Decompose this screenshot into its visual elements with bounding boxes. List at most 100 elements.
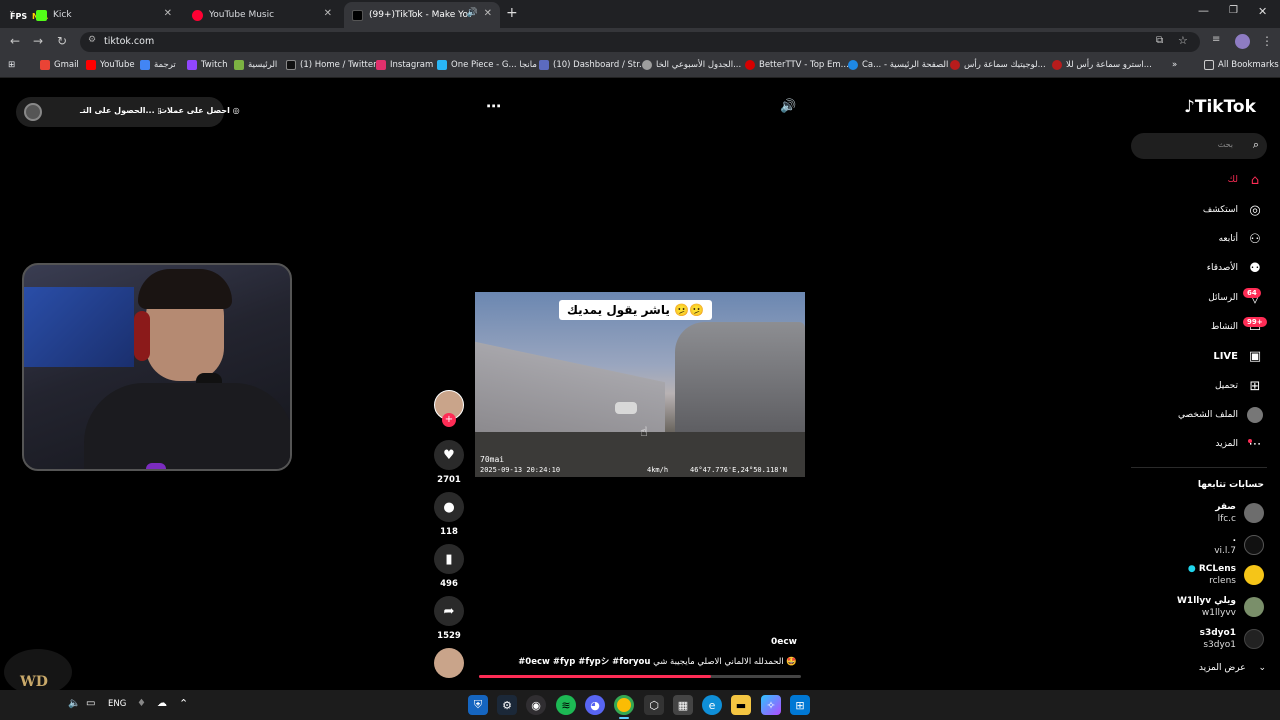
nav-friends[interactable]: الأصدقاء ⚉: [1207, 259, 1264, 277]
defender-icon[interactable]: ⛨: [468, 695, 488, 715]
nav-following[interactable]: أتابعه ⚇: [1219, 230, 1264, 248]
spotify-icon[interactable]: ≋: [556, 695, 576, 715]
bookmark-logitech[interactable]: لوجيتيك سماعة رأس...: [950, 60, 1046, 70]
speaker-icon[interactable]: 🔈: [68, 698, 80, 709]
nav-live[interactable]: LIVE ▣: [1213, 347, 1264, 365]
speaker-icon[interactable]: 🔊: [467, 8, 478, 18]
app-icon[interactable]: ⬡: [644, 695, 664, 715]
tiktok-logo[interactable]: ♪TikTok: [1184, 97, 1256, 117]
tab-tiktok[interactable]: (99+)TikTok - Make Your D 🔊 ✕: [344, 2, 500, 28]
sidebar-divider: [1131, 467, 1267, 468]
bookmark-twitch[interactable]: Twitch: [187, 60, 228, 70]
search-input[interactable]: بحث: [1218, 140, 1233, 149]
minimize-button[interactable]: —: [1198, 4, 1209, 17]
close-window-button[interactable]: ✕: [1258, 5, 1267, 18]
more-bookmarks-icon[interactable]: »: [1172, 60, 1177, 70]
following-account[interactable]: . vi.l.7: [1104, 531, 1264, 561]
more-options-icon[interactable]: ⋯: [486, 97, 501, 115]
edge-icon[interactable]: e: [702, 695, 722, 715]
comment-button[interactable]: ● 118: [433, 492, 465, 537]
nav-explore[interactable]: استكشف ◎: [1203, 201, 1264, 219]
bookmark-one-piece[interactable]: One Piece - G... مانجا: [437, 60, 537, 70]
close-icon[interactable]: ✕: [484, 8, 492, 19]
store-icon[interactable]: ▦: [673, 695, 693, 715]
nav-upload[interactable]: تحميل ⊞: [1215, 377, 1264, 395]
bookmark-home[interactable]: الرئيسية: [234, 60, 277, 70]
following-account[interactable]: s3dyo1 s3dyo1: [1104, 625, 1264, 655]
bookmark-label: BetterTTV - Top Em...: [759, 60, 849, 70]
following-account[interactable]: صقر lfc.c: [1104, 499, 1264, 529]
nav-for-you[interactable]: لك ⌂: [1228, 171, 1264, 189]
get-coins-button[interactable]: احصل على عملات ◎: [159, 106, 240, 115]
tab-kick[interactable]: Kick ✕: [28, 2, 180, 28]
save-button[interactable]: ▮ 496: [433, 544, 465, 589]
bookmark-label: YouTube: [100, 60, 135, 70]
bookmark-translate[interactable]: ترجمة: [140, 60, 176, 70]
share-button[interactable]: ➦ 1529: [433, 596, 465, 641]
chrome-icon[interactable]: [614, 695, 634, 715]
close-icon[interactable]: ✕: [164, 8, 172, 19]
video-author[interactable]: 0ecw: [771, 637, 797, 647]
bookmark-dashboard[interactable]: (10) Dashboard / Str...: [539, 60, 647, 70]
apps-icon[interactable]: ⊞: [8, 60, 15, 70]
all-bookmarks[interactable]: All Bookmarks: [1204, 60, 1279, 70]
bookmark-betterttv[interactable]: BetterTTV - Top Em...: [745, 60, 849, 70]
author-avatar[interactable]: +: [433, 390, 465, 427]
get-app-button[interactable]: الحصول على التـ... ▯: [80, 106, 162, 115]
webcam-light: [146, 463, 166, 469]
get-coins-label: احصل على عملات: [159, 106, 230, 115]
tray-chevron-icon[interactable]: ⌃: [179, 697, 188, 710]
account-handle: w1llyvv: [1201, 608, 1236, 618]
search-icon[interactable]: ⌕: [1253, 138, 1259, 152]
network-icon[interactable]: ▭: [86, 698, 95, 709]
volume-icon[interactable]: 🔊: [780, 99, 796, 114]
copilot-icon[interactable]: ✧: [761, 695, 781, 715]
file-explorer-icon[interactable]: ▬: [731, 695, 751, 715]
profile-avatar[interactable]: [1235, 34, 1250, 49]
language-indicator[interactable]: ENG: [108, 699, 126, 709]
nav-profile[interactable]: الملف الشخصي: [1178, 406, 1264, 424]
discord-icon[interactable]: ◕: [585, 695, 605, 715]
star-icon[interactable]: ☆: [1178, 34, 1188, 47]
obs-icon[interactable]: ◉: [526, 695, 546, 715]
mouse-cursor-icon: ☝: [640, 425, 648, 440]
tab-youtube-music[interactable]: YouTube Music ✕: [184, 2, 340, 28]
maximize-button[interactable]: ❐: [1229, 5, 1238, 16]
video-player[interactable]: ياشر يقول يمديك 🫤🫤 70mai 2025-09-13 20:2…: [475, 292, 805, 477]
bookmark-gmail[interactable]: Gmail: [40, 60, 79, 70]
show-more-link[interactable]: عرض المزيد ⌄: [1199, 663, 1266, 673]
bookmark-twitter[interactable]: (1) Home / Twitter: [286, 60, 377, 70]
tab-search-icon[interactable]: ≡: [1212, 34, 1220, 45]
install-app-icon[interactable]: ⧉: [1156, 35, 1163, 46]
start-icon[interactable]: ⊞: [790, 695, 810, 715]
following-account[interactable]: ● RCLens rclens: [1104, 561, 1264, 591]
bookmark-label: استرو سماعة رأس للا...: [1066, 60, 1152, 70]
back-icon[interactable]: ←: [10, 34, 20, 48]
steam-icon[interactable]: ⚙: [497, 695, 517, 715]
like-button[interactable]: ♥ 2701: [433, 440, 465, 485]
bookmark-instagram[interactable]: Instagram: [376, 60, 433, 70]
avatar[interactable]: [24, 103, 42, 121]
video-hashtags[interactable]: #0ecw #fyp #fypシ #foryou: [518, 657, 650, 667]
forward-icon[interactable]: →: [33, 34, 43, 48]
close-icon[interactable]: ✕: [324, 8, 332, 19]
reload-icon[interactable]: ↻: [57, 34, 67, 48]
music-disc[interactable]: [433, 648, 465, 678]
search-box[interactable]: بحث ⌕: [1131, 133, 1267, 159]
webcam-person-hair: [138, 269, 232, 309]
bookmark-ca[interactable]: Ca... - الصفحة الرئيسية: [848, 60, 948, 70]
following-account[interactable]: W1llyv ويلي w1llyvv: [1104, 593, 1264, 623]
bookmark-youtube[interactable]: YouTube: [86, 60, 135, 70]
bookmark-astro[interactable]: استرو سماعة رأس للا...: [1052, 60, 1152, 70]
kick-icon: [36, 9, 47, 21]
new-tab-button[interactable]: +: [506, 5, 518, 21]
menu-icon[interactable]: ⋮: [1261, 34, 1273, 48]
bookmark-schedule[interactable]: الجدول الأسبوعي الخا...: [642, 60, 741, 70]
site-info-icon[interactable]: ⚙: [88, 35, 96, 45]
microphone-icon[interactable]: ♦: [137, 698, 146, 709]
address-bar[interactable]: ⚙ tiktok.com ⧉ ☆: [80, 32, 1200, 52]
cloud-icon[interactable]: ☁: [157, 698, 167, 709]
nav-more[interactable]: المزيد ⋯: [1215, 435, 1264, 453]
video-progress-track[interactable]: [479, 675, 801, 678]
follow-plus-icon[interactable]: +: [442, 413, 456, 427]
